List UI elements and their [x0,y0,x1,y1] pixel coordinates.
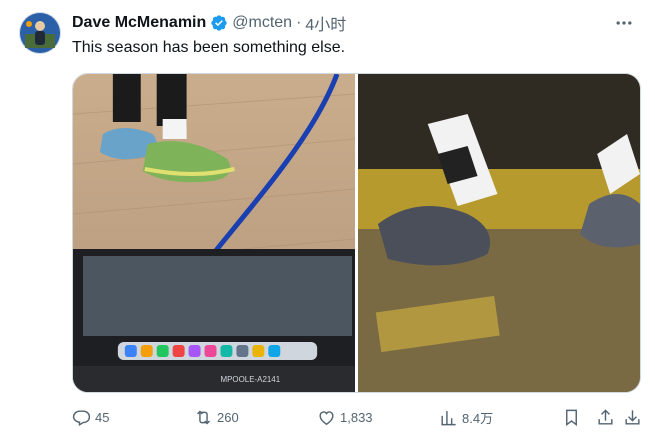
tweet-header: Dave McMenamin @mcten · 4小时 [72,12,346,34]
verified-badge-icon [210,14,228,32]
media-photo-left[interactable]: MPOOLE-A2141 [73,74,355,392]
views-button[interactable]: 8.4万 [439,405,493,429]
bar-chart-icon [441,410,456,425]
reply-button[interactable]: 45 [72,405,109,429]
like-count: 1,833 [340,409,373,425]
share-icon [597,408,613,425]
avatar-image [19,12,61,54]
bookmark-icon [565,409,577,426]
heart-icon [319,410,334,425]
tweet-text: This season has been something else. [72,39,346,56]
avatar[interactable] [19,12,61,54]
action-bar: 45 260 1,833 8.4万 [72,405,642,429]
reply-count: 45 [95,409,110,425]
reply-icon [72,409,91,426]
retweet-count: 260 [217,409,239,425]
view-count: 8.4万 [462,410,494,426]
media-photo-right[interactable] [358,74,640,392]
retweet-icon [197,410,210,424]
separator-dot: · [296,14,302,31]
laptop-model-label: MPOOLE-A2141 [220,375,280,384]
more-horizontal-icon[interactable] [613,14,635,32]
retweet-button[interactable]: 260 [194,405,239,429]
download-button[interactable] [622,407,642,427]
download-icon [624,409,640,425]
share-button[interactable] [595,407,615,427]
tweet-media[interactable]: MPOOLE-A2141 [72,73,641,393]
like-button[interactable]: 1,833 [317,405,373,429]
photo-right-image [358,74,640,392]
author-name[interactable]: Dave McMenamin [72,14,206,32]
bookmark-button[interactable] [561,407,581,427]
author-handle[interactable]: @mcten [232,14,292,32]
photo-left-image: MPOOLE-A2141 [73,74,355,392]
tweet-timestamp[interactable]: 4小时 [305,11,346,35]
